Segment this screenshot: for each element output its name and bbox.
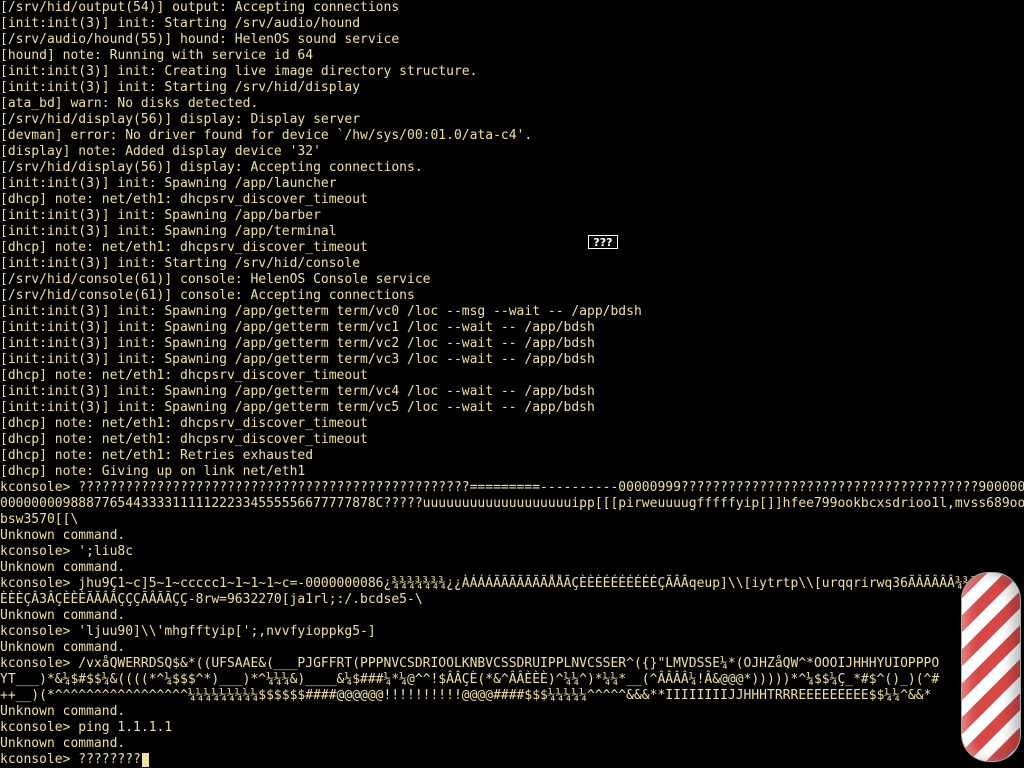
console-line: Unknown command. bbox=[0, 736, 126, 751]
console-line: kconsole> jhu9Ç1~c]5~1~ccccc1~1~1~1~c=-0… bbox=[0, 576, 994, 591]
console-line: [dhcp] note: net/eth1: dhcpsrv_discover_… bbox=[0, 240, 368, 255]
console-line: [display] note: Added display device '32… bbox=[0, 144, 321, 159]
console-line: [init:init(3)] init: Spawning /app/gette… bbox=[0, 336, 595, 351]
console-line: Unknown command. bbox=[0, 640, 126, 655]
console-line: [init:init(3)] init: Creating live image… bbox=[0, 64, 478, 79]
text-cursor bbox=[142, 753, 149, 767]
console-line: [devman] error: No driver found for devi… bbox=[0, 128, 533, 143]
candy-cane-stripe-icon bbox=[961, 572, 1021, 762]
console-line: [/srv/audio/hound(55)] hound: HelenOS so… bbox=[0, 32, 400, 47]
console-line: [dhcp] note: net/eth1: dhcpsrv_discover_… bbox=[0, 416, 368, 431]
console-line: [init:init(3)] init: Spawning /app/gette… bbox=[0, 320, 595, 335]
console-line: [dhcp] note: net/eth1: dhcpsrv_discover_… bbox=[0, 192, 368, 207]
console-line: [/srv/hid/console(61)] console: HelenOS … bbox=[0, 272, 431, 287]
console-line: [hound] note: Running with service id 64 bbox=[0, 48, 314, 63]
console-line: [init:init(3)] init: Starting /srv/hid/d… bbox=[0, 80, 361, 95]
console-line: Unknown command. bbox=[0, 560, 126, 575]
console-line: [init:init(3)] init: Spawning /app/gette… bbox=[0, 304, 642, 319]
console-line: [/srv/hid/display(56)] display: Display … bbox=[0, 112, 361, 127]
console-line: [/srv/hid/display(56)] display: Acceptin… bbox=[0, 160, 423, 175]
console-line: kconsole> ping 1.1.1.1 bbox=[0, 720, 173, 735]
console-line: ++__)(*^^^^^^^^^^^^^^^^^¼¼¼¼¼¼¼¼¼$$$$$$#… bbox=[0, 688, 932, 703]
console-line: Unknown command. bbox=[0, 608, 126, 623]
console-line: [init:init(3)] init: Spawning /app/barbe… bbox=[0, 208, 321, 223]
console-line: [dhcp] note: net/eth1: dhcpsrv_discover_… bbox=[0, 432, 368, 447]
console-line: kconsole> 'ljuu90]\\'mhgfftyip[';,nvvfyi… bbox=[0, 624, 376, 639]
console-line: [init:init(3)] init: Spawning /app/gette… bbox=[0, 352, 595, 367]
kernel-console[interactable]: [/srv/hid/output(54)] output: Accepting … bbox=[0, 0, 1024, 768]
unknown-glyph-popup: ??? bbox=[588, 235, 618, 249]
console-line: YT___)*&¼$#$$¼&((((*^¼$$$^*)___)*^¼¼¼&)_… bbox=[0, 672, 940, 687]
console-line: kconsole> /vxåQWERRDSQ$&*((UFSAAE&(___PJ… bbox=[0, 656, 940, 671]
console-line: 0000000098887765443333111112223345555566… bbox=[0, 496, 1024, 511]
console-line: kconsole> ???????? bbox=[0, 752, 141, 767]
console-line: ÈÈÈÇÂ3ÂÇÈÈÈÃÃÂÃÇÇÇÃÂÃÃÇÇ-8rw=9632270[ja1… bbox=[0, 592, 423, 607]
console-line: [init:init(3)] init: Spawning /app/launc… bbox=[0, 176, 337, 191]
console-line: [init:init(3)] init: Spawning /app/termi… bbox=[0, 224, 337, 239]
console-line: Unknown command. bbox=[0, 704, 126, 719]
console-line: [dhcp] note: net/eth1: dhcpsrv_discover_… bbox=[0, 368, 368, 383]
console-line: [/srv/hid/console(61)] console: Acceptin… bbox=[0, 288, 415, 303]
console-line: [dhcp] note: net/eth1: Retries exhausted bbox=[0, 448, 314, 463]
console-line: [init:init(3)] init: Spawning /app/gette… bbox=[0, 384, 595, 399]
console-line: [ata_bd] warn: No disks detected. bbox=[0, 96, 259, 111]
console-line: [init:init(3)] init: Spawning /app/gette… bbox=[0, 400, 595, 415]
console-line: [init:init(3)] init: Starting /srv/audio… bbox=[0, 16, 361, 31]
console-line: [init:init(3)] init: Starting /srv/hid/c… bbox=[0, 256, 361, 271]
console-line: kconsole> ??????????????????????????????… bbox=[0, 480, 1024, 495]
console-line: [/srv/hid/output(54)] output: Accepting … bbox=[0, 0, 400, 15]
console-line: [dhcp] note: Giving up on link net/eth1 bbox=[0, 464, 306, 479]
console-line: kconsole> ';liu8c bbox=[0, 544, 134, 559]
console-line: bsw3570[[\ bbox=[0, 512, 79, 527]
console-line: Unknown command. bbox=[0, 528, 126, 543]
